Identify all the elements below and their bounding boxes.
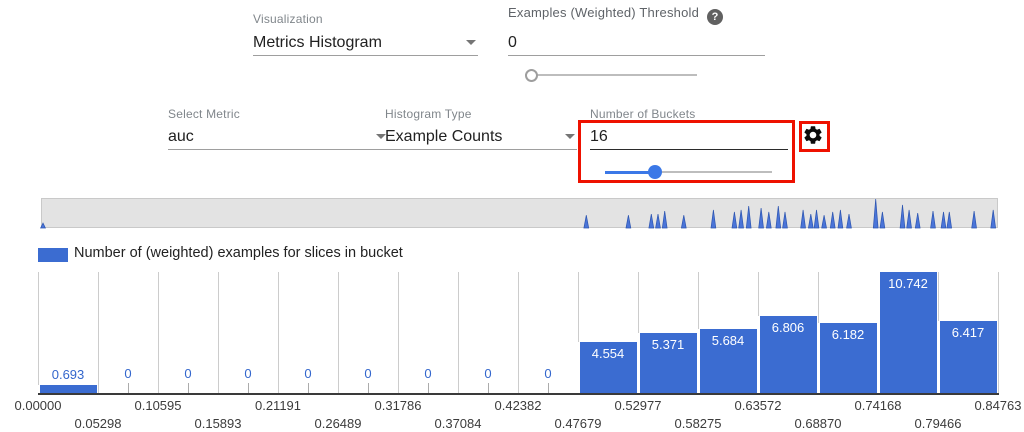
chart-gridline [98,272,99,393]
bar-value-label: 0.693 [52,367,85,382]
chart-gridline [158,272,159,393]
metrics-histogram-chart: 0.00000 0.05298 0.10595 0.15893 0.21191 0.264… [0,0,1024,432]
bar-value-label: 10.742 [888,276,928,291]
bar-value-label: 4.554 [592,346,625,361]
x-axis-tick-label: 0.68870 [795,416,842,431]
x-axis-tick-label: 0.84763 [975,398,1022,413]
x-axis-line [38,393,999,395]
zero-value-tick [488,383,489,393]
bar-value-label: 5.371 [652,337,685,352]
histogram-bar[interactable] [38,385,98,393]
bar-value-label: 0 [364,366,371,381]
zero-value-tick [308,383,309,393]
x-axis-tick-label: 0.47679 [555,416,602,431]
bar-value-label: 0 [184,366,191,381]
bar-value-label: 0 [244,366,251,381]
chart-gridline [38,272,39,393]
x-axis-tick-label: 0.10595 [135,398,182,413]
zero-value-tick [368,383,369,393]
bar-value-label: 0 [304,366,311,381]
bar-value-label: 6.182 [832,327,865,342]
x-axis-tick-label: 0.74168 [855,398,902,413]
bar-value-label: 6.806 [772,320,805,335]
zero-value-tick [428,383,429,393]
x-axis-tick-label: 0.63572 [735,398,782,413]
bar-value-label: 0 [544,366,551,381]
x-axis-tick-label: 0.15893 [195,416,242,431]
x-axis-tick-label: 0.05298 [75,416,122,431]
x-axis-tick-label: 0.00000 [15,398,62,413]
chart-gridline [278,272,279,393]
zero-value-tick [188,383,189,393]
bar-value-label: 5.684 [712,333,745,348]
x-axis-tick-label: 0.58275 [675,416,722,431]
bar-value-label: 0 [484,366,491,381]
x-axis-tick-label: 0.52977 [615,398,662,413]
chart-gridline [398,272,399,393]
chart-gridline [998,272,999,393]
x-axis-tick-label: 0.26489 [315,416,362,431]
x-axis-tick-label: 0.31786 [375,398,422,413]
zero-value-tick [548,383,549,393]
histogram-bar-fill [40,385,97,393]
x-axis-tick-label: 0.21191 [255,398,301,413]
bar-value-label: 6.417 [952,325,985,340]
chart-gridline [338,272,339,393]
bar-value-label: 0 [124,366,131,381]
zero-value-tick [128,383,129,393]
bar-value-label: 0 [424,366,431,381]
x-axis-tick-label: 0.79466 [915,416,962,431]
chart-gridline [518,272,519,393]
zero-value-tick [248,383,249,393]
x-axis-tick-label: 0.37084 [435,416,482,431]
x-axis-tick-label: 0.42382 [495,398,542,413]
chart-gridline [218,272,219,393]
chart-gridline [458,272,459,393]
